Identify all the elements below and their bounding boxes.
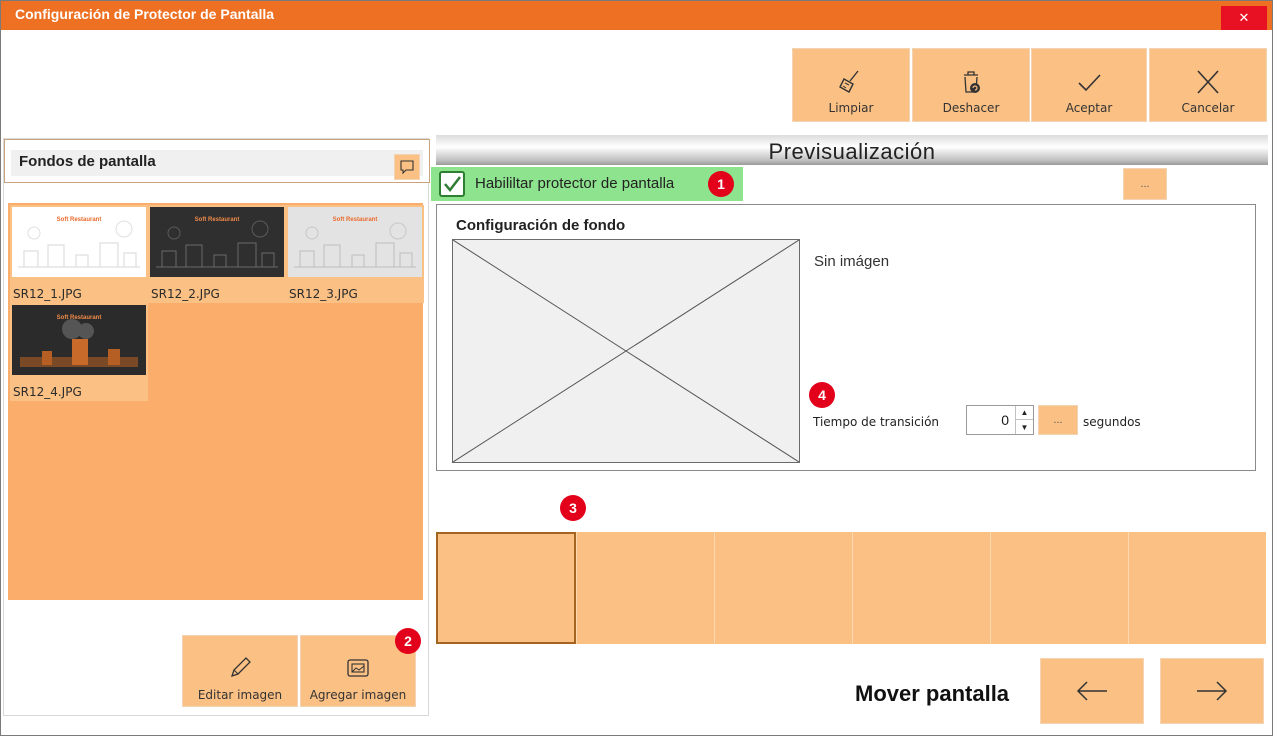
broom-icon — [839, 70, 859, 93]
enable-screensaver-label: Habililtar protector de pantalla — [475, 175, 675, 192]
limpiar-label: Limpiar — [828, 101, 874, 115]
brand-text-3: Soft Restaurant — [333, 217, 378, 223]
deshacer-button[interactable]: Deshacer — [912, 48, 1030, 122]
spinner-down-button[interactable]: ▼ — [1016, 420, 1033, 434]
transition-options-button[interactable]: ... — [1038, 405, 1078, 435]
x-icon — [1197, 70, 1219, 94]
title-bar: Configuración de Protector de Pantalla ✕ — [1, 1, 1272, 30]
add-image-label: Agregar imagen — [309, 688, 407, 702]
brand-text-2: Soft Restaurant — [195, 217, 240, 223]
screensaver-config-window: Configuración de Protector de Pantalla ✕… — [0, 0, 1273, 736]
background-config-title: Configuración de fondo — [456, 217, 626, 234]
screen-slot-2[interactable] — [576, 532, 714, 644]
wallpaper-name-2: SR12_2.JPG — [151, 287, 220, 301]
background-config-box: Configuración de fondo Sin imágen Tiempo… — [436, 204, 1256, 471]
wallpapers-header: Fondos de pantalla — [4, 139, 430, 183]
callout-badge-2: 2 — [395, 628, 421, 654]
cancelar-label: Cancelar — [1181, 101, 1235, 115]
wallpaper-image-4: Soft Restaurant — [12, 305, 146, 375]
comment-icon — [400, 160, 414, 175]
wallpapers-title: Fondos de pantalla — [19, 153, 156, 170]
preview-header: Previsualización — [436, 135, 1268, 165]
wallpaper-image-2: Soft Restaurant — [150, 207, 284, 277]
aceptar-button[interactable]: Aceptar — [1031, 48, 1147, 122]
callout-badge-1: 1 — [708, 171, 734, 197]
wallpaper-thumb-1[interactable]: Soft Restaurant SR12_1.JPG — [10, 205, 148, 303]
options-button[interactable]: ... — [1123, 168, 1167, 200]
wallpaper-name-3: SR12_3.JPG — [289, 287, 358, 301]
comment-button[interactable] — [394, 154, 420, 180]
wallpaper-thumb-4[interactable]: Soft Restaurant SR12_4.JPG — [10, 303, 148, 401]
limpiar-button[interactable]: Limpiar — [792, 48, 910, 122]
seconds-label: segundos — [1083, 415, 1141, 429]
arrow-left-icon — [1076, 681, 1107, 701]
transition-time-value: 0 — [1001, 412, 1009, 428]
callout-badge-4: 4 — [809, 382, 835, 408]
wallpaper-image-3: Soft Restaurant — [288, 207, 422, 277]
deshacer-label: Deshacer — [942, 101, 1000, 115]
screen-slot-5[interactable] — [990, 532, 1128, 644]
spinner-up-button[interactable]: ▲ — [1016, 406, 1033, 420]
image-placeholder — [452, 239, 800, 463]
enable-screensaver-row[interactable]: Habililtar protector de pantalla — [431, 167, 743, 201]
aceptar-label: Aceptar — [1065, 101, 1113, 115]
preview-title: Previsualización — [768, 139, 936, 164]
move-right-button[interactable] — [1160, 658, 1264, 724]
wallpaper-gallery: Soft Restaurant SR12_1.JPG Soft Restaura… — [8, 203, 424, 600]
wallpaper-thumb-2[interactable]: Soft Restaurant SR12_2.JPG — [148, 205, 286, 303]
screen-slot-1[interactable] — [436, 532, 576, 644]
no-image-text: Sin imágen — [814, 253, 890, 270]
checkmark-icon — [444, 176, 461, 192]
brand-text-1: Soft Restaurant — [57, 217, 102, 223]
screen-slots-strip — [436, 532, 1266, 644]
edit-image-label: Editar imagen — [197, 688, 283, 702]
wallpaper-image-1: Soft Restaurant — [12, 207, 146, 277]
screen-slot-6[interactable] — [1128, 532, 1266, 644]
pencil-icon — [230, 657, 251, 678]
spinner-arrows: ▲ ▼ — [1015, 406, 1033, 434]
transition-time-label: Tiempo de transición — [813, 415, 940, 429]
screen-slot-3[interactable] — [714, 532, 852, 644]
no-image-icon — [452, 239, 800, 463]
close-icon: ✕ — [1238, 10, 1250, 25]
wallpaper-name-1: SR12_1.JPG — [13, 287, 82, 301]
callout-badge-3: 3 — [560, 495, 586, 521]
enable-screensaver-checkbox[interactable] — [439, 171, 465, 197]
wallpaper-name-4: SR12_4.JPG — [13, 385, 82, 399]
transition-time-spinner[interactable]: 0 ▲ ▼ — [966, 405, 1034, 435]
undo-bin-icon — [964, 71, 980, 93]
image-icon — [347, 659, 369, 677]
cancelar-button[interactable]: Cancelar — [1149, 48, 1267, 122]
move-left-button[interactable] — [1040, 658, 1144, 724]
close-button[interactable]: ✕ — [1221, 6, 1267, 30]
window-title: Configuración de Protector de Pantalla — [15, 6, 275, 22]
screen-slot-4[interactable] — [852, 532, 990, 644]
arrow-right-icon — [1197, 681, 1228, 701]
move-screen-label: Mover pantalla — [855, 681, 1010, 706]
wallpaper-thumb-3[interactable]: Soft Restaurant SR12_3.JPG — [286, 205, 424, 303]
check-icon — [1078, 74, 1101, 92]
brand-text-4: Soft Restaurant — [57, 315, 102, 321]
edit-image-button[interactable]: Editar imagen — [182, 635, 298, 707]
